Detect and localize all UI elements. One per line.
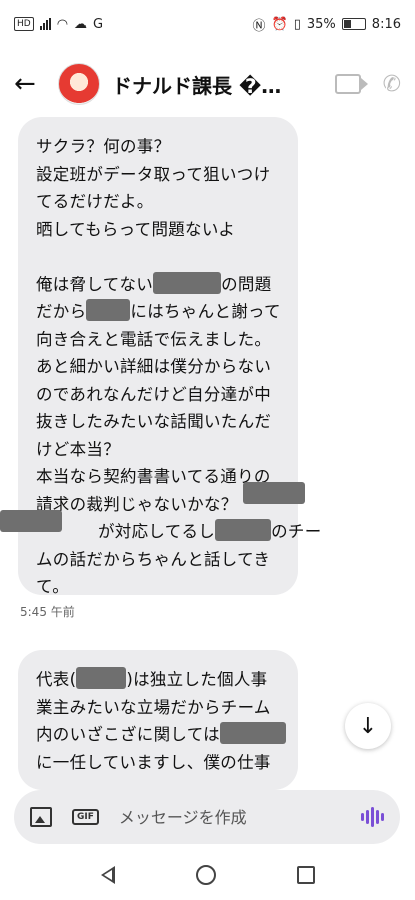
redaction-block	[153, 271, 222, 294]
message-line: あと細かい詳細は僕分からない	[36, 357, 272, 376]
message-line: 内のいざこざに関しては	[36, 721, 286, 749]
message-line: 向き合えと電話で伝えました。	[36, 329, 272, 349]
message-timestamp: 5:45 午前	[20, 605, 75, 619]
nav-home-icon[interactable]	[195, 865, 216, 885]
message-line: が対応してるし のチー	[98, 518, 321, 546]
hd-indicator: HD	[14, 17, 34, 31]
message-line: 設定班がデータ取って狙いつけ	[36, 164, 271, 184]
message-line: 俺は脅してない の問題	[36, 271, 284, 299]
wifi-icon: ◠	[56, 16, 69, 32]
message-input[interactable]	[116, 806, 361, 828]
status-bar: HD ◠ ☁ G Ⓝ ⏰ ▯ 35% 8:16	[0, 0, 415, 48]
message-line: だから にはちゃんと謝って	[36, 298, 284, 326]
message-line: けど本当？	[36, 439, 120, 459]
avatar[interactable]	[58, 63, 100, 105]
message-composer: GIF	[14, 790, 400, 844]
redaction-block	[215, 519, 272, 541]
cloud-icon: ☁	[74, 16, 88, 32]
message-line: 抜きしたみたいな話聞いたんだ	[36, 412, 272, 431]
signal-icon	[39, 18, 51, 30]
clock: 8:16	[371, 16, 401, 32]
system-nav-bar	[0, 850, 415, 900]
message-line: 業主みたいな立場だからチーム	[36, 697, 271, 717]
redaction-block	[219, 722, 286, 744]
battery-icon	[341, 18, 366, 30]
message-line: 代表()は独立した個人事	[36, 666, 284, 694]
battery-percent: 35%	[306, 16, 336, 32]
message-line: に一任していますし、僕の仕事	[36, 752, 271, 772]
chat-header: ← ドナルド課長 �... ✆	[0, 48, 415, 120]
message-line: てるだけだよ。	[36, 192, 154, 211]
contact-name[interactable]: ドナルド課長 �...	[112, 70, 282, 99]
alarm-icon: ⏰	[271, 16, 288, 32]
voice-message-icon[interactable]	[361, 807, 384, 827]
back-arrow-icon[interactable]: ←	[14, 71, 46, 97]
message-line: て。	[36, 577, 70, 596]
image-icon[interactable]	[30, 807, 52, 827]
phone-icon[interactable]: ✆	[383, 72, 401, 97]
video-call-icon[interactable]	[334, 74, 368, 94]
message-line: のであれなんだけど自分達が中	[36, 384, 272, 404]
message-line: ムの話だからちゃんと話してき	[36, 549, 271, 569]
message-line: サクラ？何の事？	[36, 137, 171, 156]
nav-back-icon[interactable]	[100, 866, 115, 884]
message-line: 晒してもらって問題ないよ	[36, 219, 236, 239]
vibrate-icon: ▯	[293, 16, 301, 32]
network-indicator: G	[93, 16, 104, 32]
redaction-block	[243, 482, 305, 504]
message-bubble[interactable]: 代表()は独立した個人事 業主みたいな立場だからチーム 内のいざこざに関しては …	[18, 650, 298, 790]
redaction-block	[0, 510, 62, 532]
scroll-to-bottom-button[interactable]: ↓	[345, 703, 391, 749]
redaction-block	[86, 299, 131, 321]
redaction-block	[76, 667, 127, 689]
nfc-icon: Ⓝ	[252, 18, 266, 34]
nav-recent-icon[interactable]	[296, 866, 315, 884]
gif-icon[interactable]: GIF	[72, 809, 99, 825]
